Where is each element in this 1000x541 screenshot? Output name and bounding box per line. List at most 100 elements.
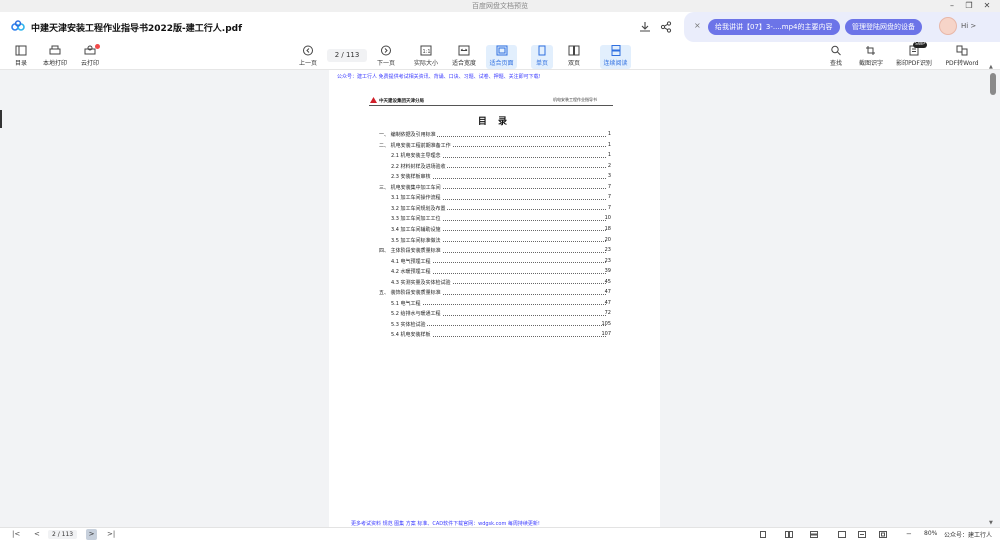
bottom-navigation-bar: |< < 2 / 113 > >| − 80% 公众号：建工行人 <box>0 527 1000 541</box>
toc-entry-page: 1 <box>607 131 611 137</box>
fit-page-view-icon[interactable] <box>879 531 887 538</box>
toc-row[interactable]: 4.1 电气预埋工程 23 <box>329 257 660 267</box>
actual-size-icon: 1:1 <box>420 45 432 56</box>
find-button[interactable]: 查找 <box>826 45 846 69</box>
pdf-to-word-button[interactable]: PDF转Word <box>943 45 981 69</box>
prev-page-icon[interactable]: < <box>34 530 40 539</box>
suggestion-pill-manage-devices[interactable]: 管理登陆网盘的设备 <box>845 19 922 35</box>
toc-title: 目 录 <box>477 117 512 127</box>
company-name: 中天建设集团天津分局 <box>379 99 424 104</box>
toc-entry-page: 1 <box>607 141 611 148</box>
toc-entry-label: 3.2 加工车间规划及布置 <box>391 204 447 212</box>
single-page-view-icon[interactable] <box>759 531 767 538</box>
toc-row[interactable]: 3.3 加工车间加工工位 10 <box>329 215 660 224</box>
local-print-button[interactable]: 本地打印 <box>40 45 70 69</box>
continuous-scroll-icon <box>611 45 620 56</box>
toc-entry-label: 一、 编制依据及引用标准 <box>379 131 437 138</box>
download-icon[interactable] <box>638 20 652 34</box>
toc-row[interactable]: 二、 机电安装工程前期准备工作 1 <box>329 141 660 151</box>
header-rule <box>369 105 613 106</box>
vertical-scrollbar[interactable]: ▲ ▼ <box>986 64 1000 527</box>
toc-row[interactable]: 3.5 加工车间标准做法 20 <box>329 236 660 246</box>
pdf-page[interactable]: 公众号：建工行人 免费提供考试相关资讯、背诵、口诀、习题、试卷、押题、关注即可下… <box>329 70 660 527</box>
bottom-page-indicator[interactable]: 2 / 113 <box>48 530 78 539</box>
zoom-out-icon[interactable]: − <box>906 530 912 539</box>
double-page-button[interactable]: 双页 <box>563 45 585 69</box>
scroll-up-icon[interactable]: ▲ <box>989 64 993 70</box>
toc-row[interactable]: 一、 编制依据及引用标准 1 <box>329 131 660 140</box>
cloud-print-button[interactable]: 云打印 <box>78 44 102 69</box>
toc-entry-page: 47 <box>604 289 611 296</box>
toc-row[interactable]: 2.2 材料封样及进场验收 2 <box>329 162 660 172</box>
promo-text-bottom: 更多考试资料 规范 图集 方案 标准、CAD软件下载官网：wdgsk.com 每… <box>351 521 540 527</box>
toc-entry-label: 2.1 机电安装主导理念 <box>391 152 442 160</box>
assistant-avatar[interactable] <box>939 17 957 35</box>
document-viewport[interactable]: 公众号：建工行人 免费提供考试相关资讯、背诵、口诀、习题、试卷、押题、关注即可下… <box>0 70 1000 527</box>
watermark-account: 公众号：建工行人 <box>944 532 993 539</box>
baidu-netdisk-logo <box>11 20 25 31</box>
screenshot-ocr-button[interactable]: 截图识字 <box>857 45 885 69</box>
restore-icon[interactable]: ❐ <box>962 0 976 12</box>
toc-entry-label: 5.3 实体检试验 <box>391 320 427 328</box>
toc-entry-label: 3.1 加工车间操作流程 <box>391 194 442 202</box>
next-page-icon[interactable]: > <box>86 529 97 540</box>
assistant-greeting[interactable]: Hi > <box>961 22 976 30</box>
prev-page-button[interactable]: 上一页 <box>296 45 320 69</box>
toc-entry-page: 72 <box>604 310 611 317</box>
toc-row[interactable]: 4.3 实测实量及实体检试验 45 <box>329 278 660 288</box>
toc-leader-dots <box>391 304 606 306</box>
toc-entry-page: 105 <box>601 320 611 327</box>
toc-row[interactable]: 五、 装饰阶段安装质量标准 47 <box>329 289 660 298</box>
toc-row[interactable]: 2.1 机电安装主导理念 1 <box>329 152 660 161</box>
toc-entry-page: 7 <box>607 183 611 190</box>
toc-row[interactable]: 3.2 加工车间规划及布置 7 <box>329 204 660 214</box>
actual-size-button[interactable]: 1:1 实际大小 <box>411 45 441 69</box>
toc-row[interactable]: 三、 机电安装集中加工车间 7 <box>329 183 660 193</box>
toc-row[interactable]: 5.1 电气工程 47 <box>329 299 660 309</box>
toc-icon <box>15 45 27 56</box>
toc-entry-page: 10 <box>604 215 611 222</box>
page-number-input[interactable]: 2 / 113 <box>327 49 367 62</box>
toc-row[interactable]: 3.4 加工车间辅助设施 18 <box>329 225 660 235</box>
toc-row[interactable]: 5.2 给排水与暖通工程 72 <box>329 310 660 319</box>
single-page-button[interactable]: 单页 <box>531 45 553 69</box>
toc-row[interactable]: 3.1 加工车间操作流程 7 <box>329 194 660 203</box>
image-pdf-ocr-button[interactable]: 影印PDF识别 <box>895 45 933 69</box>
minimize-icon[interactable]: – <box>945 0 959 12</box>
suggestion-pill-video-summary[interactable]: 给我讲讲【07】3-....mp4的主要内容 <box>708 19 840 35</box>
dismiss-suggestions-button[interactable]: × <box>694 21 701 30</box>
toc-row[interactable]: 4.2 水暖预埋工程 39 <box>329 268 660 277</box>
scrollbar-thumb[interactable] <box>990 73 996 95</box>
toc-entry-label: 二、 机电安装工程前期准备工作 <box>379 141 452 149</box>
toc-entry-label: 3.4 加工车间辅助设施 <box>391 225 442 233</box>
fit-width-view-icon[interactable] <box>858 531 866 538</box>
double-page-view-icon[interactable] <box>785 531 793 538</box>
zoom-level[interactable]: 80% <box>924 530 937 537</box>
first-page-icon[interactable]: |< <box>12 530 20 539</box>
new-badge: SWP <box>913 42 928 48</box>
share-icon[interactable] <box>659 20 673 34</box>
toc-button[interactable]: 目录 <box>10 45 32 69</box>
promo-text-top: 公众号：建工行人 免费提供考试相关资讯、背诵、口诀、习题、试卷、押题、关注即可下… <box>337 74 541 80</box>
toc-row[interactable]: 5.3 实体检试验 105 <box>329 320 660 330</box>
close-window-icon[interactable]: ✕ <box>980 0 994 12</box>
toc-row[interactable]: 5.4 机电安装样板 107 <box>329 331 660 340</box>
scroll-down-icon[interactable]: ▼ <box>989 520 993 526</box>
fit-page-button[interactable]: 适合页面 <box>486 45 517 69</box>
window-title: 百度网盘文档预览 <box>472 2 528 10</box>
next-page-button[interactable]: 下一页 <box>374 45 398 69</box>
last-page-icon[interactable]: >| <box>107 530 115 539</box>
toc-entry-page: 39 <box>604 268 611 275</box>
toc-entry-label: 4.2 水暖预埋工程 <box>391 268 432 276</box>
toc-row[interactable]: 四、 主体阶段安装质量标准 23 <box>329 247 660 256</box>
toc-entry-label: 3.3 加工车间加工工位 <box>391 215 442 223</box>
toc-entry-page: 23 <box>604 247 611 254</box>
double-page-icon <box>568 45 580 56</box>
toc-row[interactable]: 2.3 安装样板审核 3 <box>329 173 660 182</box>
fit-width-button[interactable]: 适合宽度 <box>449 45 479 69</box>
toc-entry-label: 5.2 给排水与暖通工程 <box>391 310 442 318</box>
notification-dot <box>95 44 100 49</box>
actual-size-view-icon[interactable] <box>838 531 846 538</box>
continuous-view-icon[interactable] <box>810 531 818 538</box>
continuous-read-button[interactable]: 连续阅读 <box>600 45 631 69</box>
